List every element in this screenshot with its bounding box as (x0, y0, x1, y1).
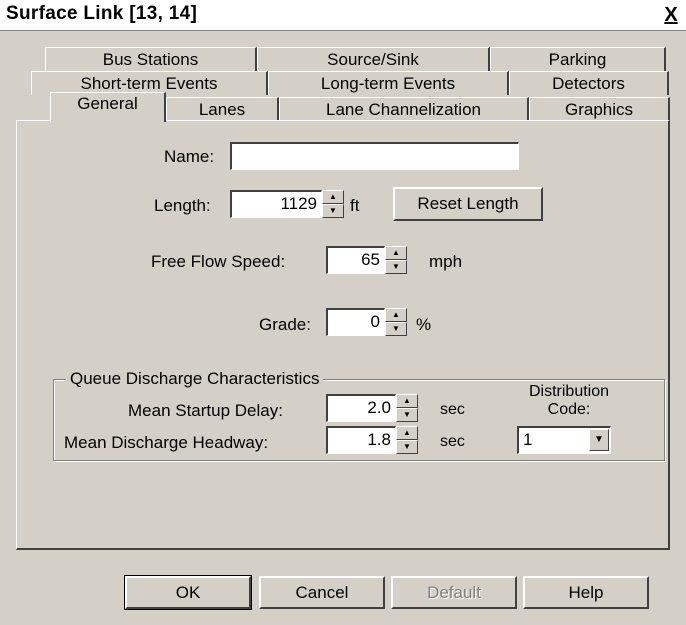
mean-discharge-headway-label: Mean Discharge Headway: (64, 433, 269, 452)
free-flow-speed-field[interactable]: 65 (326, 246, 385, 274)
length-spinner[interactable]: ▲ ▼ (322, 190, 344, 218)
length-field[interactable]: 1129 (230, 190, 322, 218)
ok-label: OK (175, 583, 201, 602)
free-flow-speed-label: Free Flow Speed: (151, 252, 286, 271)
spin-down-icon[interactable]: ▼ (396, 408, 418, 422)
tab-graphics[interactable]: Graphics (529, 97, 670, 121)
mean-startup-delay-spinner[interactable]: ▲ ▼ (396, 394, 418, 422)
reset-length-button[interactable]: Reset Length (393, 187, 543, 221)
tab-label: Parking (548, 50, 607, 69)
mean-startup-delay-unit: sec (440, 401, 465, 418)
grade-label: Grade: (259, 315, 311, 334)
grade-unit: % (416, 315, 432, 334)
spin-up-icon[interactable]: ▲ (396, 394, 418, 408)
tab-label: Graphics (564, 100, 634, 119)
cancel-button[interactable]: Cancel (259, 576, 385, 609)
spin-down-icon[interactable]: ▼ (385, 260, 407, 274)
help-label: Help (568, 583, 604, 602)
distribution-label-line1: Distribution (528, 383, 610, 400)
help-button[interactable]: Help (523, 576, 649, 609)
grade-field[interactable]: 0 (326, 308, 385, 336)
mean-startup-delay-label: Mean Startup Delay: (128, 401, 283, 420)
tab-label: Short-term Events (80, 74, 218, 93)
tab-label: Lanes (198, 100, 246, 119)
name-field[interactable] (230, 142, 519, 170)
tab-bus-stations[interactable]: Bus Stations (45, 47, 257, 71)
tab-general[interactable]: General (50, 92, 166, 122)
tab-lane-channelization[interactable]: Lane Channelization (279, 97, 529, 121)
tab-label: Lane Channelization (325, 100, 481, 119)
free-flow-speed-unit: mph (429, 252, 463, 271)
reset-length-label: Reset Length (417, 194, 519, 213)
distribution-label-line2: Code: (547, 401, 591, 418)
default-label: Default (427, 583, 481, 602)
grade-spinner[interactable]: ▲ ▼ (385, 308, 407, 336)
ok-button[interactable]: OK (124, 575, 252, 610)
spin-up-icon[interactable]: ▲ (322, 190, 344, 204)
length-label: Length: (154, 196, 211, 215)
mean-discharge-headway-spinner[interactable]: ▲ ▼ (396, 426, 418, 454)
spin-up-icon[interactable]: ▲ (385, 246, 407, 260)
default-button[interactable]: Default (391, 576, 517, 609)
spin-up-icon[interactable]: ▲ (385, 308, 407, 322)
distribution-code-value: 1 (523, 430, 533, 449)
spin-down-icon[interactable]: ▼ (322, 204, 344, 218)
cancel-label: Cancel (295, 583, 349, 602)
free-flow-speed-spinner[interactable]: ▲ ▼ (385, 246, 407, 274)
spin-up-icon[interactable]: ▲ (396, 426, 418, 440)
tab-label: Source/Sink (327, 50, 419, 69)
name-label: Name: (164, 147, 215, 166)
tab-label: Bus Stations (102, 50, 199, 69)
title-bar: Surface Link [13, 14] X (0, 0, 686, 31)
queue-discharge-group-label: Queue Discharge Characteristics (66, 369, 324, 389)
tab-label: Long-term Events (320, 74, 456, 93)
tab-source-sink[interactable]: Source/Sink (257, 47, 490, 71)
mean-discharge-headway-field[interactable]: 1.8 (326, 426, 396, 454)
mean-discharge-headway-unit: sec (440, 433, 465, 450)
tab-long-term-events[interactable]: Long-term Events (268, 71, 509, 95)
tab-detectors[interactable]: Detectors (509, 71, 669, 95)
spin-down-icon[interactable]: ▼ (396, 440, 418, 454)
close-icon[interactable]: X (660, 4, 682, 26)
distribution-code-select[interactable]: 1 ▼ (517, 426, 611, 454)
tab-label: General (77, 94, 138, 113)
chevron-down-icon[interactable]: ▼ (589, 429, 609, 451)
tab-label: Detectors (552, 74, 625, 93)
tab-parking[interactable]: Parking (490, 47, 666, 71)
window-title: Surface Link [13, 14] (6, 3, 198, 24)
tab-lanes[interactable]: Lanes (166, 97, 279, 121)
mean-startup-delay-field[interactable]: 2.0 (326, 394, 396, 422)
spin-down-icon[interactable]: ▼ (385, 322, 407, 336)
length-unit: ft (350, 196, 360, 215)
